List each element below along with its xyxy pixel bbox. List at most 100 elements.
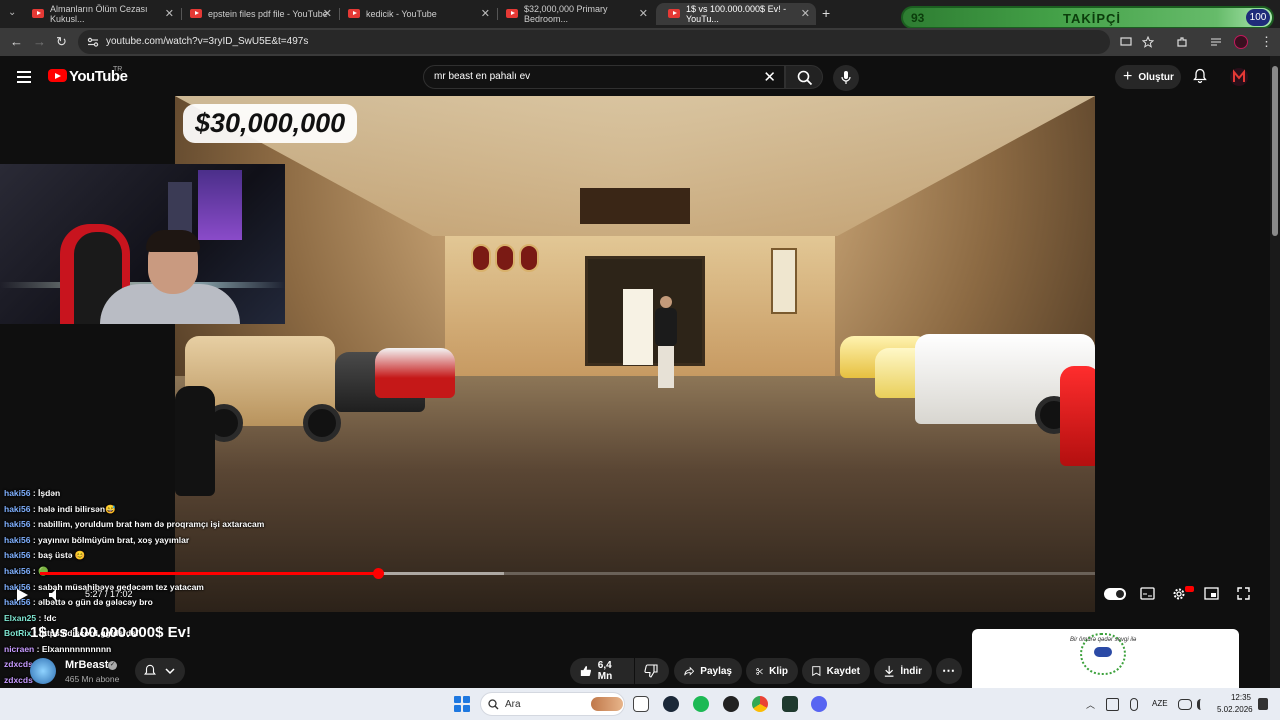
subtitles-icon[interactable] xyxy=(1140,587,1155,600)
chat-message: zdxcds xyxy=(4,659,33,669)
tab-close-icon[interactable]: ✕ xyxy=(801,7,810,20)
scrollbar-thumb[interactable] xyxy=(1272,66,1278,236)
share-label: Paylaş xyxy=(700,665,732,677)
discord-icon[interactable] xyxy=(811,696,827,712)
search-icon xyxy=(797,70,813,86)
reading-list-icon[interactable] xyxy=(1210,36,1222,48)
tray-app-icon[interactable] xyxy=(1106,698,1119,711)
voice-search-button[interactable] xyxy=(833,65,859,91)
forward-arrow-icon[interactable]: → xyxy=(33,34,46,49)
download-button[interactable]: İndir xyxy=(874,658,932,684)
browser-tab[interactable]: kedicik - YouTube ✕ xyxy=(336,3,496,25)
like-button[interactable]: 6,4 Mn xyxy=(570,658,634,684)
volume-icon[interactable] xyxy=(48,588,62,602)
follower-label: TAKİPÇİ xyxy=(1063,11,1122,26)
browser-tab[interactable]: Almanların Ölüm Cezası Kukusl... ✕ xyxy=(20,3,180,25)
microphone-icon xyxy=(841,71,851,84)
address-bar[interactable]: youtube.com/watch?v=3ryID_SwU5E&t=497s xyxy=(78,30,1154,54)
progress-scrubber[interactable] xyxy=(372,568,384,579)
share-button[interactable]: Paylaş xyxy=(674,658,742,684)
clock-date: 5.02.2026 xyxy=(1217,705,1253,714)
video-scene-windows xyxy=(580,188,690,224)
channel-avatar[interactable] xyxy=(30,658,56,684)
app-icon[interactable] xyxy=(723,696,739,712)
search-highlight-image xyxy=(591,697,623,711)
reload-icon[interactable]: ↻ xyxy=(56,34,67,50)
hamburger-menu-icon[interactable] xyxy=(17,71,31,83)
tab-title: 1$ vs 100.000.000$ Ev! - YouTu... xyxy=(686,4,787,24)
windows-start-icon[interactable] xyxy=(454,696,470,712)
channel-name[interactable]: MrBeast xyxy=(65,659,108,671)
streamer-webcam-overlay xyxy=(0,164,285,324)
network-icon[interactable] xyxy=(1178,699,1192,710)
bookmark-star-icon[interactable] xyxy=(1142,36,1154,48)
chrome-icon[interactable] xyxy=(752,696,768,712)
tray-chevron-up-icon[interactable]: ︿ xyxy=(1086,698,1095,711)
back-arrow-icon[interactable]: ← xyxy=(10,34,23,49)
hd-badge xyxy=(1185,586,1194,592)
notifications-bell-icon[interactable] xyxy=(1192,68,1208,84)
fullscreen-icon[interactable] xyxy=(1237,587,1250,600)
task-view-icon[interactable] xyxy=(633,696,649,712)
search-input[interactable] xyxy=(434,71,754,82)
tab-close-icon[interactable]: ✕ xyxy=(323,7,332,20)
settings-gear-icon[interactable] xyxy=(1172,587,1186,601)
new-tab-button[interactable]: + xyxy=(822,5,830,21)
search-button[interactable] xyxy=(785,65,823,89)
bell-ring-icon xyxy=(144,664,156,675)
tab-search-menu-icon[interactable]: ⌄ xyxy=(8,7,16,18)
taskbar-search[interactable]: Ara xyxy=(480,692,625,716)
page-scrollbar[interactable] xyxy=(1270,56,1280,688)
price-overlay-text: $30,000,000 xyxy=(183,104,358,143)
video-scene-cobra-car xyxy=(375,348,455,398)
clear-search-icon[interactable]: ✕ xyxy=(763,68,776,86)
clip-label: Klip xyxy=(769,665,788,677)
tray-microphone-icon[interactable] xyxy=(1130,698,1138,711)
tab-close-icon[interactable]: ✕ xyxy=(165,7,174,20)
youtube-favicon-icon xyxy=(668,9,680,18)
clip-button[interactable]: Klip xyxy=(746,658,798,684)
video-progress-bar[interactable] xyxy=(40,568,1095,579)
browser-tab[interactable]: epstein files pdf file - YouTube ✕ xyxy=(178,3,338,25)
search-box[interactable]: ✕ xyxy=(423,65,785,89)
region-code: TR xyxy=(113,66,123,73)
taskbar-search-label: Ara xyxy=(505,699,521,710)
browser-menu-icon[interactable]: ⋮ xyxy=(1260,34,1273,50)
app-icon[interactable] xyxy=(782,696,798,712)
extensions-icon[interactable] xyxy=(1176,36,1188,48)
tab-close-icon[interactable]: ✕ xyxy=(639,7,648,20)
tab-close-icon[interactable]: ✕ xyxy=(481,7,490,20)
download-label: İndir xyxy=(900,665,922,677)
youtube-favicon-icon xyxy=(348,9,360,18)
site-info-icon[interactable] xyxy=(87,36,99,48)
keyboard-language[interactable]: AZE xyxy=(1152,699,1168,708)
account-avatar[interactable] xyxy=(1230,68,1248,86)
follower-goal-widget: 93 TAKİPÇİ 100 xyxy=(901,6,1274,29)
subscribed-notifications-button[interactable] xyxy=(135,658,185,684)
profile-avatar[interactable] xyxy=(1234,35,1248,49)
more-actions-button[interactable]: ⋯ xyxy=(936,658,962,684)
video-player[interactable]: $30,000,000 xyxy=(175,96,1095,612)
browser-tab-active[interactable]: 1$ vs 100.000.000$ Ev! - YouTu... ✕ xyxy=(656,3,816,25)
notifications-icon[interactable] xyxy=(1258,698,1268,710)
steam-icon[interactable] xyxy=(663,696,679,712)
miniplayer-icon[interactable] xyxy=(1204,587,1219,600)
dislike-button[interactable] xyxy=(635,658,669,684)
spotify-icon[interactable] xyxy=(693,696,709,712)
youtube-logo-icon[interactable] xyxy=(48,69,67,82)
save-button[interactable]: Kaydet xyxy=(802,658,870,684)
sponsored-ad-card[interactable]: Bir ömürə qədər sevgi ilə xyxy=(972,629,1239,689)
autoplay-toggle[interactable] xyxy=(1104,588,1126,600)
create-button[interactable]: + Oluştur xyxy=(1115,65,1181,89)
chat-message: nicraen : Elxannnnnnnnnn xyxy=(4,644,112,654)
system-clock[interactable]: 12:35 5.02.2026 xyxy=(1217,692,1253,716)
more-horizontal-icon: ⋯ xyxy=(942,663,955,678)
browser-tab[interactable]: $32,000,000 Primary Bedroom... ✕ xyxy=(494,3,654,25)
play-icon[interactable] xyxy=(15,588,29,602)
chevron-down-icon xyxy=(165,668,175,675)
speaker-icon[interactable] xyxy=(1197,699,1207,710)
cast-icon[interactable] xyxy=(1120,36,1132,48)
windows-taskbar: Ara ︿ AZE 12:35 5.02.2026 xyxy=(0,688,1280,720)
tab-title: epstein files pdf file - YouTube xyxy=(208,9,328,19)
video-scene-doors xyxy=(585,256,705,366)
